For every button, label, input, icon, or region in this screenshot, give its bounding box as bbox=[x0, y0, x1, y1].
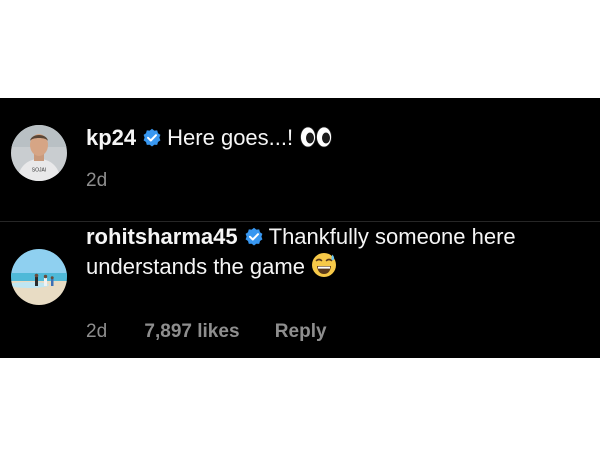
comment-meta: 2d 7,897 likes Reply bbox=[86, 320, 327, 344]
reply-button[interactable]: Reply bbox=[275, 320, 327, 344]
comment-meta: 2d bbox=[86, 169, 107, 193]
avatar-photo bbox=[11, 249, 67, 305]
comment-username[interactable]: rohitsharma45 bbox=[86, 224, 238, 249]
avatar[interactable]: SOJAI bbox=[11, 125, 67, 181]
comment-age: 2d bbox=[86, 170, 108, 191]
verified-badge-icon bbox=[142, 128, 162, 148]
comments-panel: SOJAI kp24 Here goes...! 2d rohitsharma4… bbox=[0, 98, 600, 358]
avatar-photo: SOJAI bbox=[11, 125, 67, 181]
comment-text-line: rohitsharma45 Thankfully someone here bbox=[86, 222, 594, 252]
comment-item: SOJAI kp24 Here goes...! 2d bbox=[0, 98, 600, 221]
comment-text-line: understands the game bbox=[86, 252, 594, 282]
comment-text-line: kp24 Here goes...! bbox=[86, 123, 594, 153]
grinning-sweat-emoji-icon bbox=[311, 252, 337, 278]
verified-badge-icon bbox=[244, 227, 264, 247]
comment-text: Here goes...! bbox=[167, 125, 294, 150]
svg-text:SOJAI: SOJAI bbox=[32, 168, 46, 174]
comment-age: 2d bbox=[86, 321, 108, 342]
eyes-emoji-icon bbox=[299, 125, 333, 149]
comment-text-line1: Thankfully someone here bbox=[268, 224, 516, 249]
avatar[interactable] bbox=[11, 249, 67, 305]
comment-item: rohitsharma45 Thankfully someone here und… bbox=[0, 222, 600, 358]
comment-text-line2: understands the game bbox=[86, 254, 305, 279]
comment-username[interactable]: kp24 bbox=[86, 125, 136, 150]
likes-count[interactable]: 7,897 likes bbox=[144, 320, 239, 344]
